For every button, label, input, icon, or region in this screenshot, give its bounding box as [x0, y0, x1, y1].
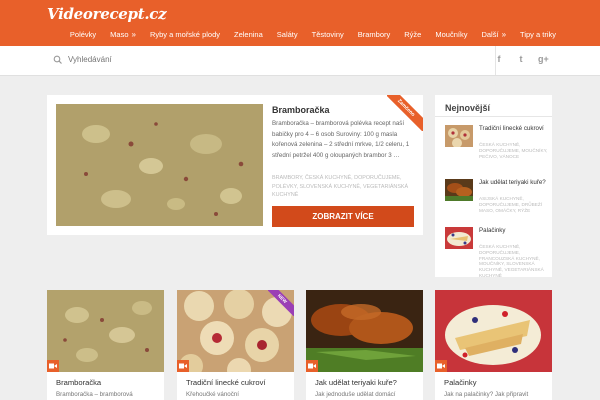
video-icon [435, 360, 447, 372]
nav-label: Rýže [404, 30, 422, 39]
nav-item-tipy[interactable]: Tipy a triky [520, 30, 556, 39]
nav-label: Saláty [276, 30, 298, 39]
search-bar: f t g+ [0, 46, 600, 76]
facebook-icon[interactable]: f [494, 54, 504, 64]
featured-post: Bramboračka Bramboračka – bramborová pol… [47, 95, 423, 235]
nav-item-maso[interactable]: Maso» [110, 30, 136, 39]
nav-label: Zelenina [234, 30, 263, 39]
sidebar-item-tags[interactable]: Asijská kuchyně, Doporučujeme, Drůbeží m… [479, 196, 549, 213]
top-navbar: Videorecept.cz Polévky Maso» Ryby a mořs… [0, 0, 600, 46]
card-title[interactable]: Jak udělat teriyaki kuře? [315, 378, 397, 387]
new-badge: NEW [268, 290, 294, 316]
nav-label: Další [481, 30, 499, 39]
card-image[interactable] [435, 290, 552, 372]
sidebar-thumbnail[interactable] [445, 125, 473, 147]
nav-label: Tipy a triky [520, 30, 556, 39]
chevron-right-icon: » [501, 30, 507, 39]
nav-label: Moučníky [435, 30, 468, 39]
corner-badge: Zamčeno [387, 95, 423, 131]
sidebar-item-title[interactable]: Jak udělat teriyaki kuře? [479, 179, 549, 187]
sidebar-item-tags[interactable]: Česká kuchyně, Doporučujeme, Moučníky, P… [479, 142, 549, 159]
post-card[interactable]: NEW Tradiční linecké cukroví Křehoučké v… [177, 290, 294, 400]
featured-tags[interactable]: Brambory, Česká kuchyně, Doporučujeme, P… [272, 174, 414, 200]
card-image[interactable] [306, 290, 423, 372]
card-title[interactable]: Tradiční linecké cukroví [186, 378, 265, 387]
nav-label: Ryby a mořské plody [149, 30, 220, 39]
nav-label: Brambory [357, 30, 391, 39]
card-excerpt: Křehoučké vánoční [186, 391, 239, 398]
google-plus-icon[interactable]: g+ [538, 54, 549, 64]
video-icon [306, 360, 318, 372]
twitter-icon[interactable]: t [516, 54, 526, 64]
show-more-button[interactable]: ZOBRAZIT VÍCE [272, 206, 414, 227]
sidebar-item-tags[interactable]: Česká kuchyně, Doporučujeme, Francouzská… [479, 244, 549, 279]
site-logo[interactable]: Videorecept.cz [47, 5, 167, 23]
sidebar-item-title[interactable]: Palačinky [479, 227, 549, 235]
new-badge-label: NEW [268, 290, 294, 316]
post-card[interactable]: Palačinky Jak na palačinky? Jak připravi… [435, 290, 552, 400]
card-excerpt: Bramboračka – bramborová [56, 391, 133, 398]
nav-item-ryze[interactable]: Rýže [404, 30, 421, 39]
nav-item-brambory[interactable]: Brambory [358, 30, 391, 39]
sidebar-item-title[interactable]: Tradiční linecké cukroví [479, 125, 549, 133]
divider [435, 116, 552, 117]
sidebar-thumbnail[interactable] [445, 179, 473, 201]
nav-label: Maso [110, 30, 129, 39]
card-title[interactable]: Palačinky [444, 378, 477, 387]
post-card[interactable]: Bramboračka Bramboračka – bramborová [47, 290, 164, 400]
corner-badge-label: Zamčeno [387, 95, 423, 131]
sidebar-title: Nejnovější [445, 103, 491, 113]
sidebar-thumbnail[interactable] [445, 227, 473, 249]
card-excerpt: Jak na palačinky? Jak připravit [444, 391, 529, 398]
nav-item-testoviny[interactable]: Těstoviny [312, 30, 344, 39]
card-excerpt: Jak jednoduše udělat domácí [315, 391, 396, 398]
video-icon [177, 360, 189, 372]
nav-item-ryby[interactable]: Ryby a mořské plody [150, 30, 220, 39]
latest-sidebar: Nejnovější Tradiční linecké cukroví Česk… [435, 95, 552, 279]
nav-label: Polévky [69, 30, 97, 39]
post-card[interactable]: Jak udělat teriyaki kuře? Jak jednoduše … [306, 290, 423, 400]
nav-item-polevky[interactable]: Polévky [70, 30, 96, 39]
featured-title[interactable]: Bramboračka [272, 105, 330, 115]
chevron-right-icon: » [131, 30, 136, 39]
nav-label: Těstoviny [311, 30, 344, 39]
main-nav: Polévky Maso» Ryby a mořské plody Zeleni… [70, 30, 556, 39]
featured-image[interactable] [56, 104, 263, 226]
social-links: f t g+ [494, 54, 549, 64]
nav-item-dalsi[interactable]: Další» [481, 30, 506, 39]
search-input[interactable] [68, 50, 368, 68]
nav-item-salaty[interactable]: Saláty [277, 30, 298, 39]
nav-item-zelenina[interactable]: Zelenina [234, 30, 263, 39]
nav-item-moucniky[interactable]: Moučníky [435, 30, 467, 39]
card-title[interactable]: Bramboračka [56, 378, 101, 387]
search-icon[interactable] [53, 55, 63, 65]
card-image[interactable] [47, 290, 164, 372]
video-icon [47, 360, 59, 372]
